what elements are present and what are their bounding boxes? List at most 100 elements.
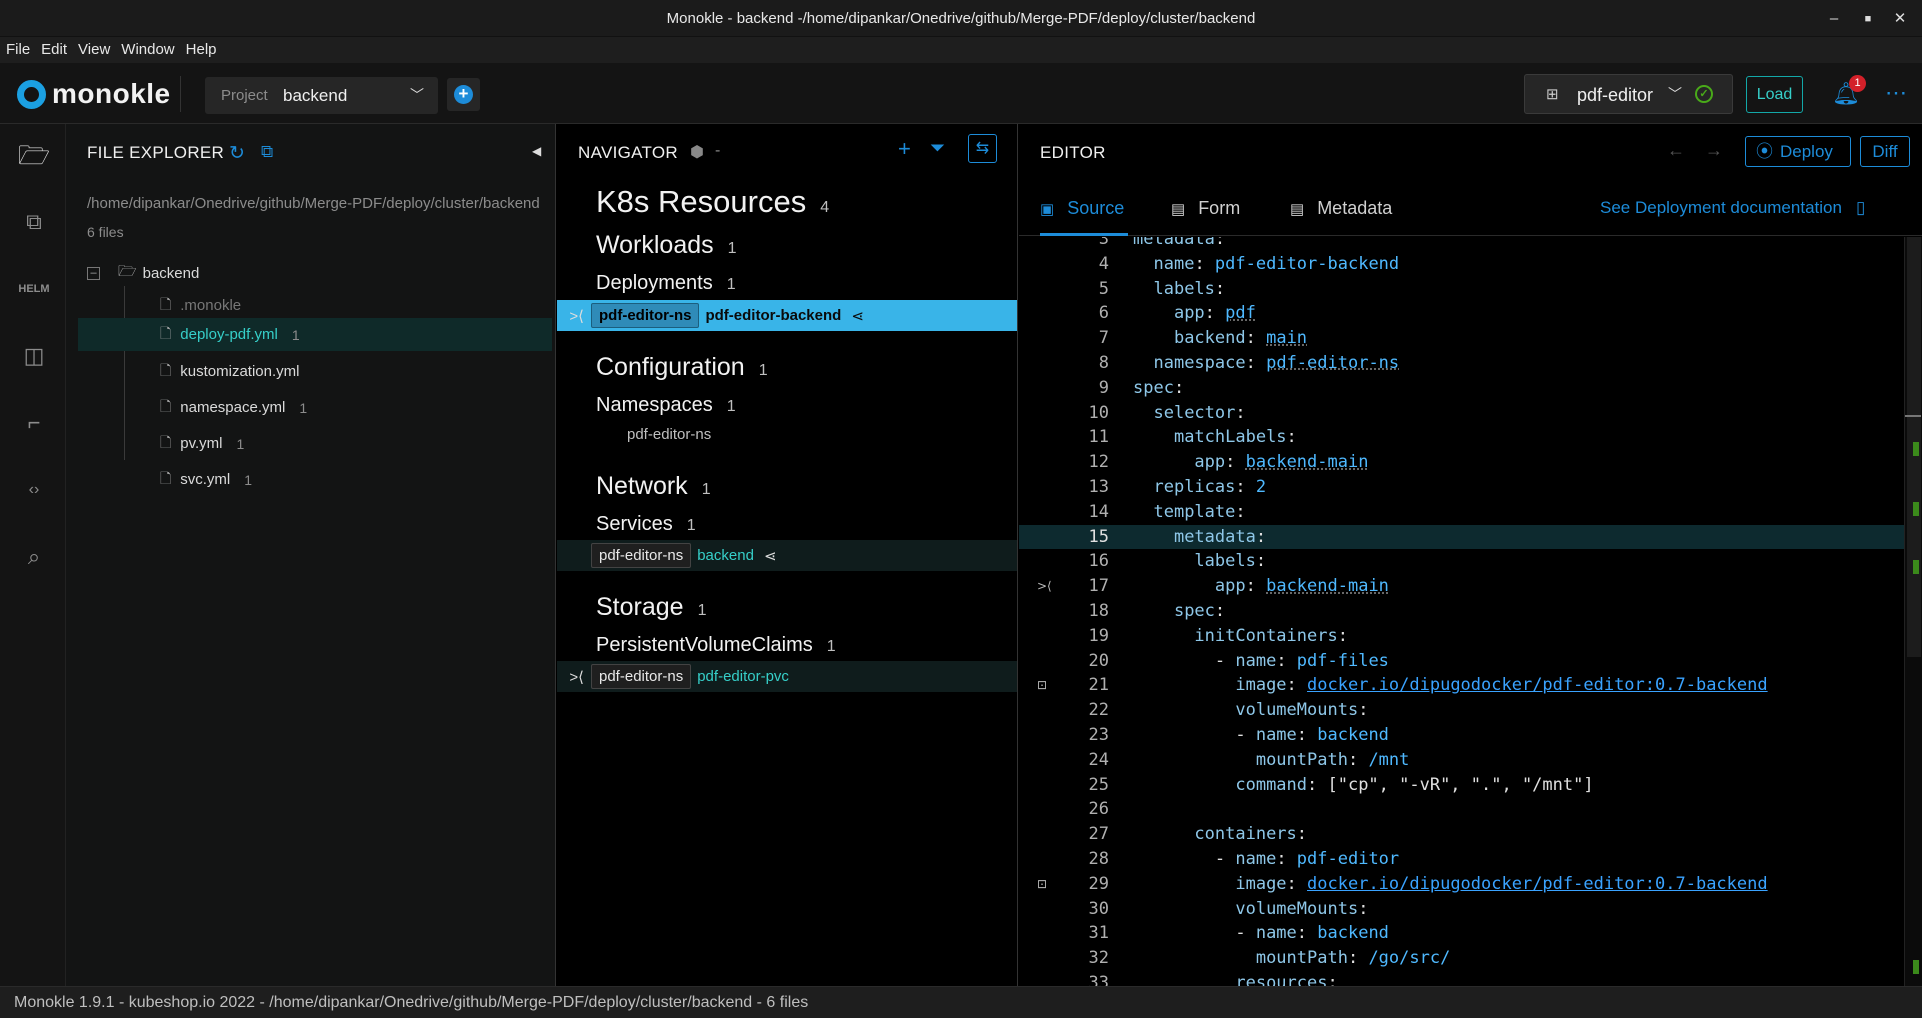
section-storage[interactable]: Storage 1 <box>596 593 706 622</box>
deploy-button[interactable]: ⦿ Deploy <box>1745 136 1851 167</box>
more-icon[interactable]: ⋯ <box>1885 80 1907 106</box>
tab-metadata[interactable]: ▤ Metadata <box>1290 182 1392 236</box>
code-line[interactable]: 31 - name: backend <box>1019 921 1904 946</box>
editor-scrollbar[interactable] <box>1904 237 1922 986</box>
filter-icon[interactable]: ⏷ <box>930 138 945 160</box>
code-line[interactable]: 5 labels: <box>1019 277 1904 302</box>
code-line[interactable]: 24 mountPath: /mnt <box>1019 748 1904 773</box>
section-workloads[interactable]: Workloads 1 <box>596 231 737 260</box>
refresh-icon[interactable]: ↻ <box>229 142 245 165</box>
kind-persistentvolumeclaims[interactable]: PersistentVolumeClaims 1 <box>596 634 836 657</box>
code-line[interactable]: 8 namespace: pdf-editor-ns <box>1019 351 1904 376</box>
code-line[interactable]: 32 mountPath: /go/src/ <box>1019 946 1904 971</box>
link-icon[interactable]: >⟨ <box>1037 574 1052 599</box>
arrow-left-icon[interactable]: ← <box>1667 140 1685 161</box>
file-row[interactable]: 🗋︎ namespace.yml 1 <box>78 391 552 424</box>
code-line[interactable]: 18 spec: <box>1019 599 1904 624</box>
code-line[interactable]: 9 spec: <box>1019 376 1904 401</box>
image-icon[interactable]: ⊡ <box>1037 673 1047 698</box>
code-line[interactable]: 33 resources: <box>1019 971 1904 986</box>
helm-icon[interactable]: HELM <box>17 272 51 306</box>
arrow-right-icon[interactable]: → <box>1705 140 1723 161</box>
code-editor[interactable]: 3 metadata: 4 name: pdf-editor-backend 5 la… <box>1019 237 1904 986</box>
new-project-button[interactable]: + <box>447 78 480 111</box>
menu-file[interactable]: File <box>6 37 30 63</box>
code-line[interactable]: 26 <box>1019 797 1904 822</box>
section-configuration[interactable]: Configuration 1 <box>596 353 768 382</box>
folder-open-icon[interactable]: 🗁︎ <box>17 138 51 172</box>
close-icon[interactable]: ✕ <box>1888 7 1912 31</box>
menu-window[interactable]: Window <box>121 37 174 63</box>
resource-row[interactable]: >⟨ pdf-editor-ns pdf-editor-pvc <box>557 661 1017 692</box>
line-number: 32 <box>1088 948 1109 969</box>
code-line[interactable]: 27 containers: <box>1019 822 1904 847</box>
resource-row[interactable]: pdf-editor-ns backend ⋖ <box>557 540 1017 571</box>
cluster-context-selector[interactable]: ⊞ pdf-editor ﹀ ✓ <box>1524 74 1733 114</box>
kustomize-icon[interactable]: ⧉ <box>17 205 51 239</box>
project-selector[interactable]: Project backend ﹀ <box>205 77 438 114</box>
code-line[interactable]: 19 initContainers: <box>1019 624 1904 649</box>
code-line[interactable]: 3 metadata: <box>1019 237 1904 252</box>
code-line[interactable]: 12 app: backend-main <box>1019 450 1904 475</box>
load-button[interactable]: Load <box>1746 76 1803 113</box>
documentation-link[interactable]: See Deployment documentation ▯ <box>1600 182 1865 234</box>
collapse-pane-icon[interactable]: ◀ <box>532 144 541 158</box>
file-name: namespace.yml <box>180 399 286 416</box>
code-line[interactable]: 29 ⊡ image: docker.io/dipugodocker/pdf-ed… <box>1019 872 1904 897</box>
paint-roller-icon[interactable]: ⌐ <box>17 406 51 440</box>
file-row-selected[interactable]: 🗋︎ deploy-pdf.yml 1 <box>78 318 552 351</box>
file-name: kustomization.yml <box>180 363 300 380</box>
code-line[interactable]: 7 backend: main <box>1019 326 1904 351</box>
code-line[interactable]: 21 ⊡ image: docker.io/dipugodocker/pdf-ed… <box>1019 673 1904 698</box>
preview-icon[interactable]: ◫ <box>17 339 51 373</box>
resource-name: pdf-editor-pvc <box>697 668 789 685</box>
resource-row-selected[interactable]: >⟨ pdf-editor-ns pdf-editor-backend ⋖ <box>557 300 1017 331</box>
swap-icon[interactable]: ⇆ <box>968 134 997 163</box>
kind-services[interactable]: Services 1 <box>596 513 696 536</box>
code-line[interactable]: 25 command: ["cp", "-vR", ".", "/mnt"] <box>1019 773 1904 798</box>
file-row[interactable]: 🗋︎ svc.yml 1 <box>78 463 552 496</box>
resource-row[interactable]: pdf-editor-ns <box>627 426 711 443</box>
code-line[interactable]: 14 template: <box>1019 500 1904 525</box>
collapse-icon[interactable]: – <box>87 266 100 280</box>
code-line[interactable]: 23 - name: backend <box>1019 723 1904 748</box>
tab-source[interactable]: ▣ Source <box>1040 182 1129 236</box>
code-line[interactable]: 16 labels: <box>1019 549 1904 574</box>
code-line[interactable]: 13 replicas: 2 <box>1019 475 1904 500</box>
code-line[interactable]: 28 - name: pdf-editor <box>1019 847 1904 872</box>
menu-help[interactable]: Help <box>186 37 217 63</box>
add-resource-icon[interactable]: + <box>898 136 911 162</box>
code-line[interactable]: 10 selector: <box>1019 401 1904 426</box>
code-line[interactable]: 6 app: pdf <box>1019 301 1904 326</box>
code-text: mountPath: /go/src/ <box>1255 948 1451 969</box>
section-network[interactable]: Network 1 <box>596 472 711 501</box>
line-number: 7 <box>1098 328 1109 349</box>
resource-count: 1 <box>244 471 253 488</box>
file-row[interactable]: 🗋︎ kustomization.yml <box>78 355 552 388</box>
image-icon[interactable]: ⊡ <box>1037 872 1047 897</box>
tree-root-folder[interactable]: – 🗁︎ backend <box>87 261 199 285</box>
code-line[interactable]: 20 - name: pdf-files <box>1019 649 1904 674</box>
search-icon[interactable]: ⌕ <box>17 540 51 574</box>
kind-deployments[interactable]: Deployments 1 <box>596 272 736 295</box>
code-line[interactable]: 30 volumeMounts: <box>1019 897 1904 922</box>
code-line[interactable]: 17 >⟨ app: backend-main <box>1019 574 1904 599</box>
menu-edit[interactable]: Edit <box>41 37 67 63</box>
kind-name: Namespaces <box>596 394 713 416</box>
code-line[interactable]: 11 matchLabels: <box>1019 425 1904 450</box>
diff-button[interactable]: Diff <box>1860 136 1910 167</box>
share-icon[interactable]: ⋖ <box>851 307 864 325</box>
menu-view[interactable]: View <box>78 37 110 63</box>
share-icon[interactable]: ⋖ <box>764 547 777 565</box>
code-line[interactable]: 4 name: pdf-editor-backend <box>1019 252 1904 277</box>
code-line[interactable]: 15 metadata: <box>1019 524 1904 550</box>
minimize-icon[interactable]: – <box>1822 7 1846 31</box>
validation-icon[interactable]: ‹› <box>17 473 51 507</box>
code-line[interactable]: 22 volumeMounts: <box>1019 698 1904 723</box>
kind-namespaces[interactable]: Namespaces 1 <box>596 394 736 417</box>
file-row[interactable]: 🗋︎ pv.yml 1 <box>78 427 552 460</box>
collapse-all-icon[interactable]: ⧉ <box>261 142 273 162</box>
maximize-icon[interactable]: ■ <box>1856 7 1880 31</box>
tab-form[interactable]: ▤ Form <box>1171 182 1240 236</box>
line-number: 16 <box>1088 551 1109 572</box>
